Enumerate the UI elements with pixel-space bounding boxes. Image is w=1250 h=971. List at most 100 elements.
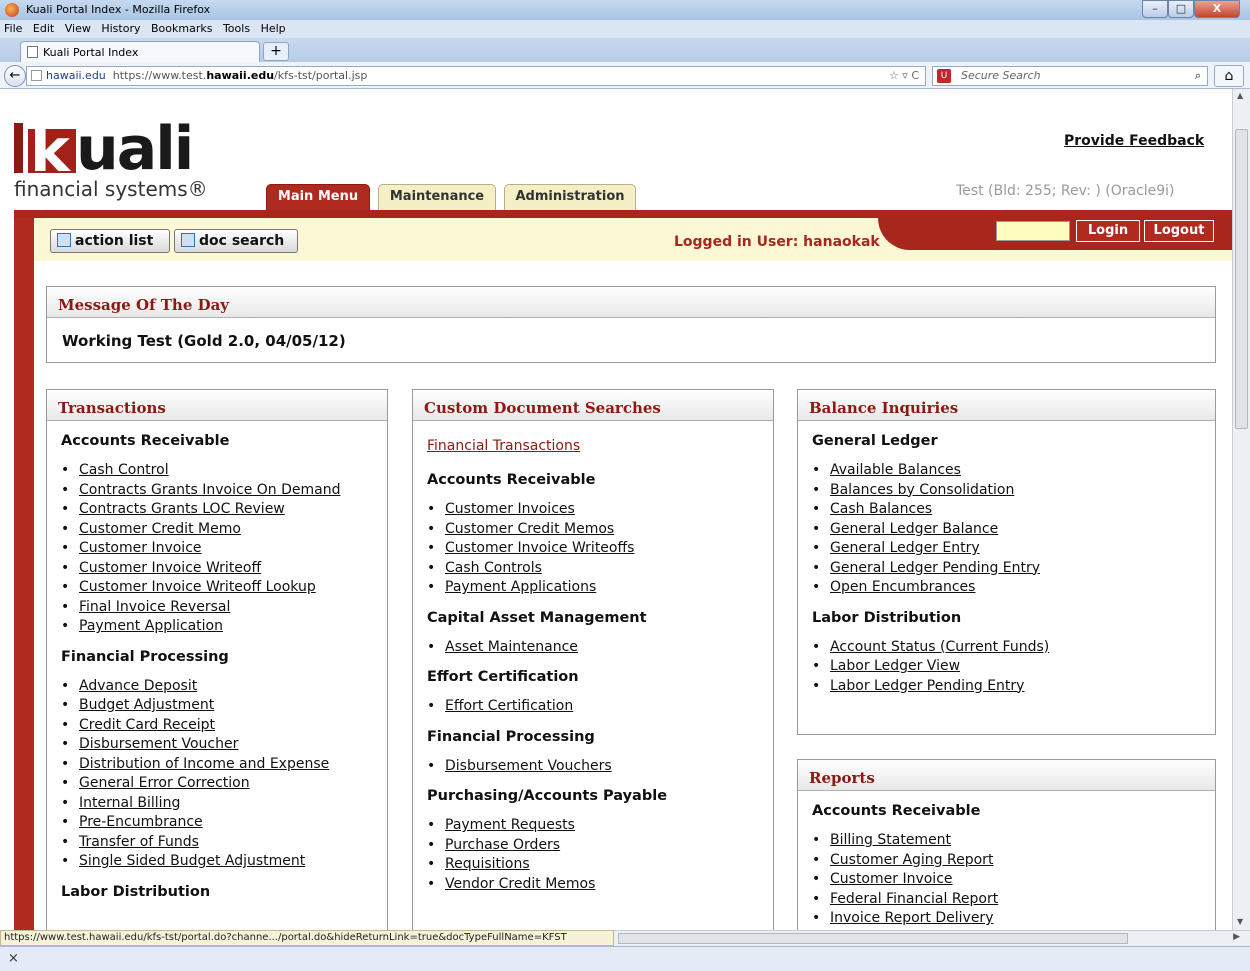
- section-heading: Labor Distribution: [61, 883, 211, 900]
- tab-main-menu[interactable]: Main Menu: [266, 184, 370, 210]
- menu-bookmarks[interactable]: Bookmarks: [151, 20, 212, 38]
- single-sided-budget-adjustment-link[interactable]: Single Sided Budget Adjustment: [79, 853, 305, 869]
- link-list: Payment Requests Purchase Orders Requisi…: [427, 816, 773, 894]
- custom-document-searches-panel: Custom Document Searches Financial Trans…: [412, 389, 774, 930]
- backdoor-login-input[interactable]: [996, 221, 1070, 241]
- search-engine-icon[interactable]: U: [937, 69, 951, 83]
- distribution-income-expense-link[interactable]: Distribution of Income and Expense: [79, 756, 329, 772]
- vendor-credit-memos-link[interactable]: Vendor Credit Memos: [445, 876, 595, 892]
- url-bar[interactable]: hawaii.edu https://www.test.hawaii.edu/k…: [26, 66, 926, 86]
- customer-credit-memo-link[interactable]: Customer Credit Memo: [79, 521, 241, 537]
- link-list: Disbursement Vouchers: [427, 757, 773, 777]
- page-viewport: k uali financial systems® Provide Feedba…: [0, 89, 1232, 930]
- invoice-report-delivery-link[interactable]: Invoice Report Delivery: [830, 910, 993, 926]
- tab-administration[interactable]: Administration: [504, 184, 636, 210]
- financial-transactions-link[interactable]: Financial Transactions: [427, 438, 580, 454]
- doc-search-button[interactable]: doc search: [174, 229, 298, 253]
- customer-invoices-link[interactable]: Customer Invoices: [445, 501, 575, 517]
- asset-maintenance-link[interactable]: Asset Maintenance: [445, 639, 578, 655]
- new-tab-button[interactable]: +: [263, 42, 289, 61]
- pre-encumbrance-link[interactable]: Pre-Encumbrance: [79, 814, 203, 830]
- scroll-right-arrow-icon[interactable]: ▶: [1233, 932, 1240, 942]
- requisitions-link[interactable]: Requisitions: [445, 856, 530, 872]
- cash-controls-link[interactable]: Cash Controls: [445, 560, 542, 576]
- scroll-up-arrow-icon[interactable]: ▲: [1237, 91, 1243, 100]
- customer-aging-report-link[interactable]: Customer Aging Report: [830, 852, 993, 868]
- scroll-thumb[interactable]: [1235, 129, 1248, 429]
- credit-card-receipt-link[interactable]: Credit Card Receipt: [79, 717, 215, 733]
- customer-invoice-report-link[interactable]: Customer Invoice: [830, 871, 953, 887]
- disbursement-voucher-link[interactable]: Disbursement Voucher: [79, 736, 238, 752]
- back-button[interactable]: ←: [4, 65, 26, 87]
- link-list: Cash Control Contracts Grants Invoice On…: [61, 461, 387, 637]
- payment-application-link[interactable]: Payment Application: [79, 618, 223, 634]
- browser-tab[interactable]: Kuali Portal Index: [20, 41, 260, 62]
- url-tools[interactable]: ☆ ▿ C: [889, 67, 919, 85]
- gl-entry-link[interactable]: General Ledger Entry: [830, 540, 980, 556]
- customer-invoice-writeoff-lookup-link[interactable]: Customer Invoice Writeoff Lookup: [79, 579, 316, 595]
- customer-invoice-writeoffs-link[interactable]: Customer Invoice Writeoffs: [445, 540, 634, 556]
- site-identity-icon[interactable]: [31, 70, 42, 81]
- purchase-orders-link[interactable]: Purchase Orders: [445, 837, 560, 853]
- list-item: Labor Ledger Pending Entry: [812, 677, 1215, 697]
- effort-certification-link[interactable]: Effort Certification: [445, 698, 573, 714]
- account-status-link[interactable]: Account Status (Current Funds): [830, 639, 1049, 655]
- payment-applications-link[interactable]: Payment Applications: [445, 579, 596, 595]
- disbursement-vouchers-link[interactable]: Disbursement Vouchers: [445, 758, 612, 774]
- menu-help[interactable]: Help: [261, 20, 286, 38]
- balances-by-consolidation-link[interactable]: Balances by Consolidation: [830, 482, 1014, 498]
- budget-adjustment-link[interactable]: Budget Adjustment: [79, 697, 214, 713]
- advance-deposit-link[interactable]: Advance Deposit: [79, 678, 197, 694]
- labor-ledger-view-link[interactable]: Labor Ledger View: [830, 658, 960, 674]
- menu-file[interactable]: File: [4, 20, 22, 38]
- list-item: Cash Controls: [427, 559, 773, 579]
- gl-pending-entry-link[interactable]: General Ledger Pending Entry: [830, 560, 1040, 576]
- minimize-button[interactable]: –: [1142, 0, 1168, 18]
- general-error-correction-link[interactable]: General Error Correction: [79, 775, 250, 791]
- open-encumbrances-link[interactable]: Open Encumbrances: [830, 579, 975, 595]
- payment-requests-link[interactable]: Payment Requests: [445, 817, 575, 833]
- horizontal-scrollbar[interactable]: ▶: [614, 930, 1250, 946]
- transfer-of-funds-link[interactable]: Transfer of Funds: [79, 834, 199, 850]
- customer-credit-memos-link[interactable]: Customer Credit Memos: [445, 521, 614, 537]
- customer-invoice-link[interactable]: Customer Invoice: [79, 540, 202, 556]
- url-host: hawaii.edu: [206, 69, 275, 82]
- cg-invoice-on-demand-link[interactable]: Contracts Grants Invoice On Demand: [79, 482, 340, 498]
- list-item: Distribution of Income and Expense: [61, 755, 387, 775]
- list-item: Payment Application: [61, 617, 387, 637]
- final-invoice-reversal-link[interactable]: Final Invoice Reversal: [79, 599, 230, 615]
- federal-financial-report-link[interactable]: Federal Financial Report: [830, 891, 998, 907]
- action-list-button[interactable]: action list: [50, 229, 170, 253]
- available-balances-link[interactable]: Available Balances: [830, 462, 961, 478]
- cash-control-link[interactable]: Cash Control: [79, 462, 169, 478]
- internal-billing-link[interactable]: Internal Billing: [79, 795, 180, 811]
- menu-tools[interactable]: Tools: [223, 20, 250, 38]
- close-window-button[interactable]: X: [1194, 0, 1240, 18]
- close-addon-bar-icon[interactable]: ×: [8, 951, 19, 966]
- gl-balance-link[interactable]: General Ledger Balance: [830, 521, 998, 537]
- scroll-down-arrow-icon[interactable]: ▼: [1237, 917, 1243, 926]
- billing-statement-link[interactable]: Billing Statement: [830, 832, 951, 848]
- labor-ledger-pending-entry-link[interactable]: Labor Ledger Pending Entry: [830, 678, 1024, 694]
- vertical-scrollbar[interactable]: ▲ ▼: [1232, 89, 1250, 930]
- cash-balances-link[interactable]: Cash Balances: [830, 501, 932, 517]
- login-button[interactable]: Login: [1076, 220, 1140, 242]
- menu-edit[interactable]: Edit: [33, 20, 54, 38]
- menu-view[interactable]: View: [65, 20, 91, 38]
- link-list: Effort Certification: [427, 697, 773, 717]
- home-button[interactable]: ⌂: [1214, 65, 1244, 87]
- search-icon[interactable]: ⌕: [1195, 67, 1201, 85]
- customer-invoice-writeoff-link[interactable]: Customer Invoice Writeoff: [79, 560, 261, 576]
- hscroll-thumb[interactable]: [618, 933, 1128, 944]
- list-item: General Ledger Balance: [812, 520, 1215, 540]
- maximize-button[interactable]: □: [1168, 0, 1194, 18]
- tab-maintenance[interactable]: Maintenance: [378, 184, 496, 210]
- menu-history[interactable]: History: [101, 20, 140, 38]
- search-bar[interactable]: U Secure Search ⌕: [932, 66, 1208, 86]
- logout-button[interactable]: Logout: [1144, 220, 1214, 242]
- list-item: Open Encumbrances: [812, 578, 1215, 598]
- provide-feedback-link[interactable]: Provide Feedback: [1064, 133, 1204, 149]
- section-heading: Purchasing/Accounts Payable: [427, 788, 668, 804]
- cg-loc-review-link[interactable]: Contracts Grants LOC Review: [79, 501, 285, 517]
- list-item: Billing Statement: [812, 831, 1215, 851]
